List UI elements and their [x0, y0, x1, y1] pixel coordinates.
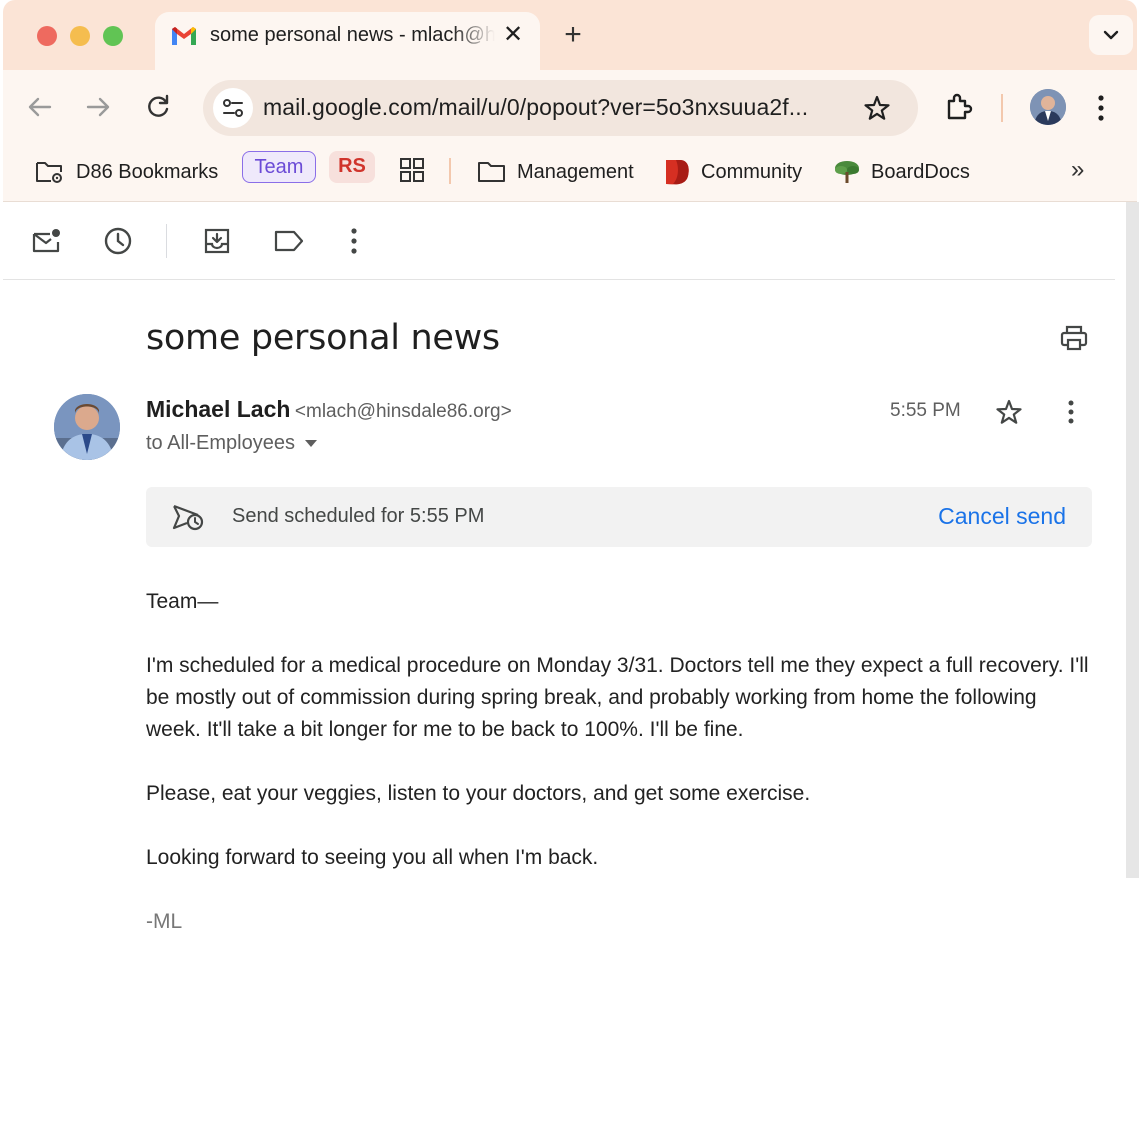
- community-logo-icon: [666, 160, 689, 185]
- scheduled-send-banner: Send scheduled for 5:55 PM Cancel send: [146, 487, 1092, 547]
- recipients-details[interactable]: to All-Employees: [146, 432, 317, 455]
- snooze-clock-icon[interactable]: [103, 226, 133, 256]
- body-paragraph: Looking forward to seeing you all when I…: [146, 846, 599, 869]
- bookmark-label: D86 Bookmarks: [76, 161, 219, 183]
- extensions-puzzle-icon[interactable]: [943, 91, 975, 123]
- toolbar-separator: [1001, 94, 1003, 122]
- bookmark-team[interactable]: Team: [242, 151, 316, 183]
- reload-icon[interactable]: [143, 92, 173, 122]
- zoom-window-button[interactable]: [103, 26, 123, 46]
- apps-grid-icon[interactable]: [399, 157, 425, 183]
- page-scrollbar[interactable]: [1126, 202, 1139, 878]
- move-to-inbox-icon[interactable]: [203, 226, 231, 256]
- tab-search-button[interactable]: [1089, 15, 1133, 55]
- email-popout: some personal news Michael Lach <mlach@h…: [3, 202, 1126, 1134]
- print-icon[interactable]: [1059, 324, 1089, 352]
- message-time: 5:55 PM: [890, 400, 961, 421]
- site-info-button[interactable]: [213, 88, 253, 128]
- sender-avatar[interactable]: [54, 394, 120, 460]
- recipients-text: to All-Employees: [146, 432, 295, 454]
- bookmark-rs[interactable]: RS: [329, 151, 375, 183]
- bookmarks-separator: [449, 158, 451, 184]
- forward-arrow-icon[interactable]: [83, 92, 113, 122]
- tune-icon: [223, 99, 243, 117]
- bookmarks-bar: D86 Bookmarks Team RS Management Communi…: [3, 146, 1137, 202]
- signature: -ML: [146, 910, 183, 933]
- scheduled-send-icon: [172, 504, 204, 531]
- body-paragraph: Please, eat your veggies, listen to your…: [146, 782, 811, 805]
- folder-icon: [478, 162, 505, 182]
- caret-down-icon[interactable]: [304, 440, 317, 448]
- more-options-icon[interactable]: [350, 226, 358, 256]
- managed-folder-icon: [36, 162, 62, 183]
- address-bar[interactable]: mail.google.com/mail/u/0/popout?ver=5o3n…: [203, 80, 918, 136]
- profile-photo-icon: [1030, 89, 1066, 125]
- toolbar-divider: [166, 224, 167, 258]
- message-toolbar: [3, 202, 1115, 280]
- body-greeting: Team—: [146, 590, 219, 613]
- bookmark-star-icon[interactable]: [863, 94, 891, 122]
- back-arrow-icon[interactable]: [25, 92, 55, 122]
- scheduled-send-text: Send scheduled for 5:55 PM: [232, 505, 485, 527]
- star-icon[interactable]: [995, 398, 1023, 426]
- url-text: mail.google.com/mail/u/0/popout?ver=5o3n…: [263, 94, 809, 120]
- browser-chrome: some personal news - mlach@hinsdale86.or…: [3, 0, 1137, 202]
- bookmark-community[interactable]: Community: [663, 155, 813, 189]
- cancel-send-button[interactable]: Cancel send: [938, 503, 1066, 530]
- bookmark-boarddocs[interactable]: BoardDocs: [833, 155, 983, 189]
- browser-toolbar: mail.google.com/mail/u/0/popout?ver=5o3n…: [3, 70, 1137, 146]
- profile-avatar[interactable]: [1030, 89, 1066, 125]
- minimize-window-button[interactable]: [70, 26, 90, 46]
- message-more-icon[interactable]: [1067, 399, 1075, 425]
- tab-strip: some personal news - mlach@hinsdale86.or…: [3, 0, 1137, 70]
- bookmarks-overflow-icon[interactable]: »: [1071, 156, 1084, 184]
- new-tab-button[interactable]: +: [557, 20, 589, 52]
- sender-photo-icon: [54, 394, 120, 460]
- body-paragraph: I'm scheduled for a medical procedure on…: [146, 654, 1089, 741]
- bookmark-label: Management: [517, 161, 634, 183]
- chevron-down-icon: [1103, 30, 1119, 40]
- browser-menu-icon[interactable]: [1097, 94, 1105, 122]
- close-window-button[interactable]: [37, 26, 57, 46]
- email-subject: some personal news: [146, 318, 500, 358]
- gmail-icon: [172, 27, 196, 45]
- bookmark-label: BoardDocs: [871, 161, 970, 183]
- email-body: Team— I'm scheduled for a medical proced…: [146, 586, 1096, 970]
- label-icon[interactable]: [273, 226, 305, 256]
- active-tab[interactable]: some personal news - mlach@hinsdale86.or…: [155, 12, 540, 70]
- bookmark-management[interactable]: Management: [477, 155, 642, 189]
- tree-logo-icon: [835, 161, 859, 183]
- bookmark-d86-bookmarks[interactable]: D86 Bookmarks: [35, 155, 230, 189]
- sender-email: <mlach@hinsdale86.org>: [294, 401, 512, 422]
- sender-line: Michael Lach <mlach@hinsdale86.org>: [146, 396, 512, 423]
- sender-name[interactable]: Michael Lach: [146, 396, 290, 422]
- close-tab-icon[interactable]: ✕: [500, 22, 526, 48]
- mark-unread-icon[interactable]: [31, 226, 63, 256]
- tab-title: some personal news - mlach@hinsdale86.or…: [210, 24, 495, 46]
- bookmark-label: Community: [701, 161, 803, 183]
